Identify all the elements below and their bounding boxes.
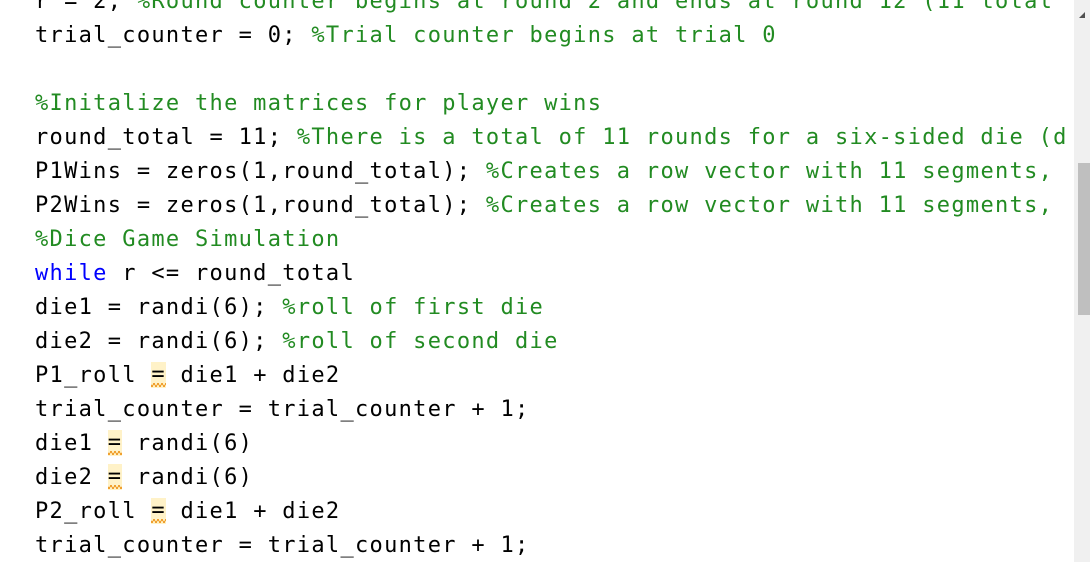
code-line[interactable]: P1_roll = die1 + die2	[35, 359, 1068, 393]
comment-token: %roll of first die	[282, 295, 545, 320]
warning-highlighted-operator[interactable]: =	[107, 464, 123, 490]
code-area[interactable]: r = 2; %Round counter begins at round 2 …	[0, 0, 1074, 562]
code-token: die2 = randi(6);	[35, 329, 283, 354]
code-lines: r = 2; %Round counter begins at round 2 …	[35, 0, 1068, 562]
code-token: die1 + die2	[165, 363, 341, 388]
code-token: trial_counter = 0;	[35, 23, 312, 48]
warning-highlighted-operator[interactable]: =	[151, 362, 166, 388]
scrollbar-thumb[interactable]	[1078, 163, 1090, 315]
code-line[interactable]: while r <= round_total	[35, 257, 1068, 291]
code-line[interactable]: trial_counter = trial_counter + 1;	[35, 529, 1068, 562]
code-token: P1_roll	[35, 363, 152, 388]
code-line[interactable]: %Dice Game Simulation	[35, 223, 1068, 257]
code-line[interactable]: P2Wins = zeros(1,round_total); %Creates …	[35, 189, 1068, 223]
code-token: die1 + die2	[165, 499, 341, 524]
code-token: P1Wins = zeros(1,round_total);	[35, 159, 486, 184]
code-line[interactable]: P2_roll = die1 + die2	[35, 495, 1068, 529]
code-line[interactable]	[35, 53, 1068, 87]
code-token: die2	[35, 465, 108, 490]
code-token: trial_counter = trial_counter + 1;	[35, 397, 530, 422]
comment-token: %Creates a row vector with 11 segments,	[485, 193, 1054, 218]
code-token: randi(6)	[122, 431, 254, 456]
code-line[interactable]: trial_counter = 0; %Trial counter begins…	[35, 19, 1068, 53]
code-token: trial_counter = trial_counter + 1;	[35, 533, 530, 558]
code-line[interactable]: die2 = randi(6); %roll of second die	[35, 325, 1068, 359]
code-editor[interactable]: r = 2; %Round counter begins at round 2 …	[0, 0, 1090, 562]
code-line[interactable]: die1 = randi(6)	[35, 427, 1068, 461]
comment-token: %Round counter begins at round 2 and end…	[136, 0, 1054, 14]
comment-token: %Dice Game Simulation	[35, 227, 341, 252]
warning-highlighted-operator[interactable]: =	[107, 430, 123, 456]
comment-token: %There is a total of 11 rounds for a six…	[296, 125, 1068, 150]
code-token: round_total = 11;	[35, 125, 297, 150]
code-line[interactable]: round_total = 11; %There is a total of 1…	[35, 121, 1068, 155]
code-line[interactable]: %Initalize the matrices for player wins	[35, 87, 1068, 121]
keyword-token: while	[35, 261, 108, 286]
comment-token: %roll of second die	[282, 329, 559, 354]
code-line[interactable]: die2 = randi(6)	[35, 461, 1068, 495]
comment-token: %Creates a row vector with 11 segments,	[485, 159, 1054, 184]
code-token: P2_roll	[35, 499, 152, 524]
comment-token: %Trial counter begins at trial 0	[311, 23, 777, 48]
warning-highlighted-operator[interactable]: =	[151, 498, 166, 524]
code-token: die1 = randi(6);	[35, 295, 283, 320]
code-token: r <= round_total	[107, 261, 356, 286]
code-line[interactable]: r = 2; %Round counter begins at round 2 …	[35, 0, 1068, 19]
code-token: die1	[35, 431, 108, 456]
scroll-up-arrow-icon[interactable]	[1079, 12, 1085, 18]
code-token: r = 2;	[35, 0, 137, 14]
code-token: randi(6)	[122, 465, 254, 490]
code-line[interactable]: P1Wins = zeros(1,round_total); %Creates …	[35, 155, 1068, 189]
code-line[interactable]: die1 = randi(6); %roll of first die	[35, 291, 1068, 325]
code-token: P2Wins = zeros(1,round_total);	[35, 193, 486, 218]
comment-token: %Initalize the matrices for player wins	[35, 91, 603, 116]
vertical-scrollbar[interactable]	[1074, 0, 1090, 562]
code-line[interactable]: trial_counter = trial_counter + 1;	[35, 393, 1068, 427]
